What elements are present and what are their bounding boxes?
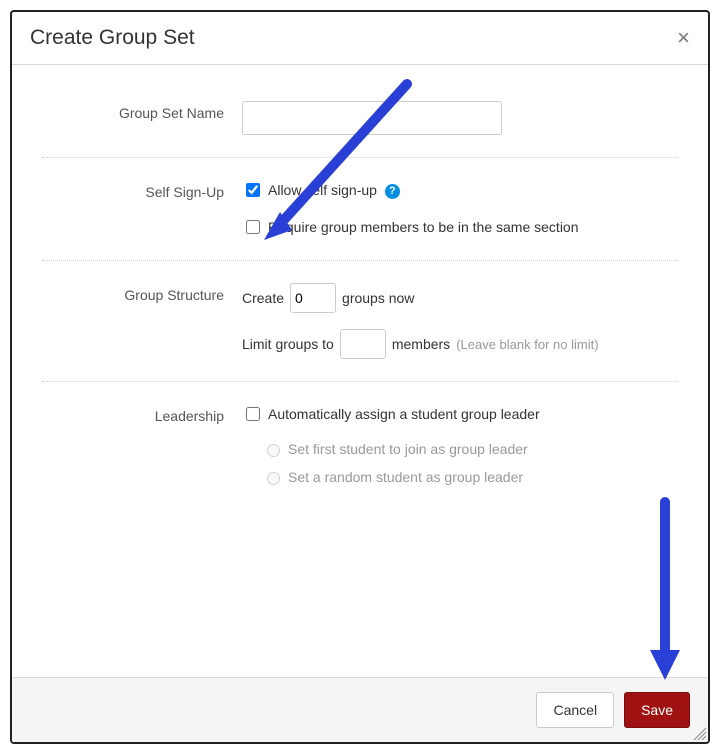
leader-first-radio <box>267 444 280 457</box>
cancel-button[interactable]: Cancel <box>536 692 614 728</box>
section-leadership: Leadership Automatically assign a studen… <box>42 382 678 519</box>
dialog-footer: Cancel Save <box>12 677 708 742</box>
group-limit-input[interactable] <box>340 329 386 359</box>
same-section-label[interactable]: Require group members to be in the same … <box>268 217 579 238</box>
limit-suffix: members <box>392 336 450 352</box>
create-prefix: Create <box>242 290 284 306</box>
auto-assign-leader-label[interactable]: Automatically assign a student group lea… <box>268 404 540 425</box>
group-count-input[interactable] <box>290 283 336 313</box>
allow-self-signup-checkbox[interactable] <box>246 183 260 197</box>
section-group-structure: Group Structure Create groups now Limit … <box>42 261 678 382</box>
section-group-name: Group Set Name <box>42 95 678 158</box>
save-button[interactable]: Save <box>624 692 690 728</box>
group-name-input[interactable] <box>242 101 502 135</box>
auto-assign-leader-checkbox[interactable] <box>246 407 260 421</box>
same-section-checkbox[interactable] <box>246 220 260 234</box>
section-self-signup: Self Sign-Up Allow self sign-up ? Requir… <box>42 158 678 261</box>
leader-first-label: Set first student to join as group leade… <box>288 441 528 457</box>
create-group-set-dialog: Create Group Set × Group Set Name Self S… <box>10 10 710 744</box>
leader-random-radio <box>267 472 280 485</box>
limit-hint: (Leave blank for no limit) <box>456 337 598 352</box>
dialog-title: Create Group Set <box>30 26 195 50</box>
leadership-label: Leadership <box>42 404 242 497</box>
group-name-label: Group Set Name <box>42 101 242 135</box>
limit-prefix: Limit groups to <box>242 336 334 352</box>
allow-self-signup-text: Allow self sign-up <box>268 182 377 198</box>
create-suffix: groups now <box>342 290 414 306</box>
group-structure-label: Group Structure <box>42 283 242 359</box>
dialog-header: Create Group Set × <box>12 12 708 65</box>
self-signup-label: Self Sign-Up <box>42 180 242 238</box>
help-icon[interactable]: ? <box>385 184 400 199</box>
close-icon[interactable]: × <box>677 27 690 49</box>
leader-random-label: Set a random student as group leader <box>288 469 523 485</box>
allow-self-signup-label[interactable]: Allow self sign-up ? <box>268 180 400 201</box>
dialog-body: Group Set Name Self Sign-Up Allow self s… <box>12 65 708 677</box>
